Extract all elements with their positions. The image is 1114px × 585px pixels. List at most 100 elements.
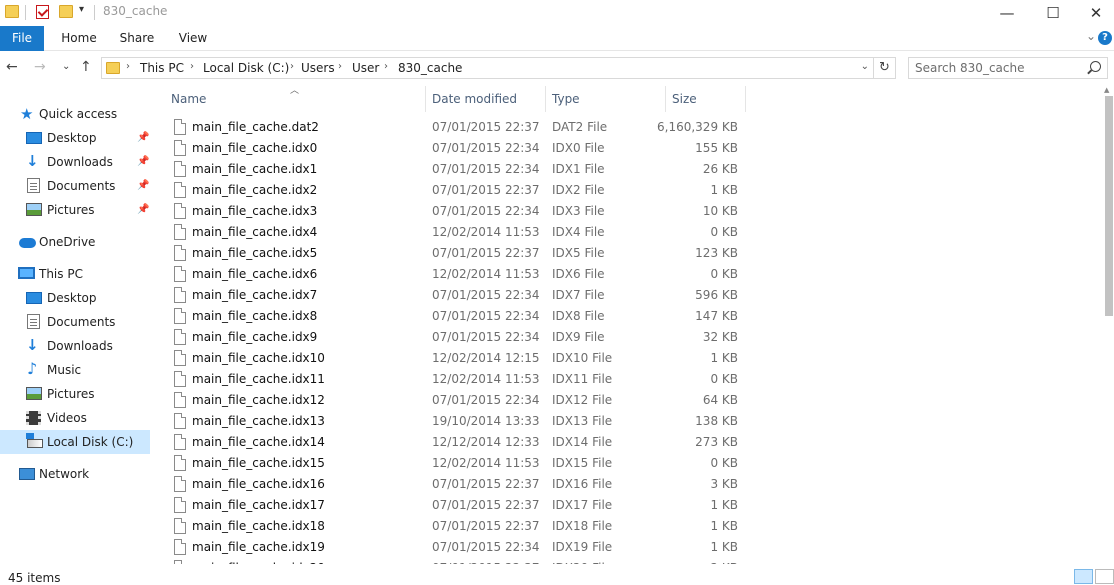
forward-button[interactable]: → [34, 59, 46, 75]
close-button[interactable]: ✕ [1073, 0, 1114, 26]
tab-view[interactable]: View [174, 26, 212, 51]
sidebar-item-downloads[interactable]: ↓ Downloads [0, 334, 150, 358]
column-header-name[interactable]: Name [171, 84, 206, 114]
sidebar-item-pictures[interactable]: Pictures [0, 382, 150, 406]
column-header-date-modified[interactable]: Date modified [432, 84, 517, 114]
properties-icon[interactable] [36, 5, 49, 19]
pin-icon[interactable]: 📌 [137, 150, 149, 174]
file-icon [174, 350, 186, 366]
column-divider[interactable] [545, 86, 546, 112]
table-row[interactable]: main_file_cache.idx1 07/01/2015 22:34 IDX1… [167, 159, 747, 180]
divider [94, 5, 95, 20]
pin-icon[interactable]: 📌 [137, 198, 149, 222]
address-dropdown-chevron-icon[interactable]: ⌄ [861, 61, 869, 72]
sidebar-item-music[interactable]: ♪ Music [0, 358, 150, 382]
table-row[interactable]: main_file_cache.idx17 07/01/2015 22:37 IDX… [167, 495, 747, 516]
sidebar-item-pictures[interactable]: Pictures 📌 [0, 198, 150, 222]
search-input[interactable] [915, 61, 1075, 75]
search-icon[interactable] [1090, 61, 1101, 72]
table-row[interactable]: main_file_cache.dat2 07/01/2015 22:37 DAT2… [167, 117, 747, 138]
address-bar[interactable]: › This PC › Local Disk (C:) › Users › Us… [101, 57, 874, 79]
column-divider[interactable] [425, 86, 426, 112]
scrollbar-thumb[interactable] [1105, 96, 1113, 316]
table-row[interactable]: main_file_cache.idx18 07/01/2015 22:37 IDX… [167, 516, 747, 537]
table-row[interactable]: main_file_cache.idx11 12/02/2014 11:53 IDX… [167, 369, 747, 390]
large-icons-view-button[interactable] [1095, 569, 1114, 584]
table-row[interactable]: main_file_cache.idx7 07/01/2015 22:34 IDX7… [167, 285, 747, 306]
minimize-button[interactable]: — [984, 0, 1030, 26]
breadcrumb-separator[interactable]: › [290, 61, 294, 72]
file-type: IDX0 File [552, 141, 605, 155]
file-icon [174, 455, 186, 471]
tab-file[interactable]: File [0, 26, 44, 51]
sidebar-item-downloads[interactable]: ↓ Downloads 📌 [0, 150, 150, 174]
breadcrumb-separator[interactable]: › [338, 61, 342, 72]
table-row[interactable]: main_file_cache.idx0 07/01/2015 22:34 IDX0… [167, 138, 747, 159]
file-type: IDX15 File [552, 456, 613, 470]
tab-home[interactable]: Home [58, 26, 100, 51]
sidebar-item-documents[interactable]: Documents [0, 310, 150, 334]
breadcrumb-separator[interactable]: › [190, 61, 194, 72]
file-name: main_file_cache.idx13 [192, 414, 325, 428]
expand-ribbon-chevron-icon[interactable]: ⌄ [1086, 29, 1096, 43]
column-divider[interactable] [745, 86, 746, 112]
table-row[interactable]: main_file_cache.idx10 12/02/2014 12:15 IDX… [167, 348, 747, 369]
sidebar-item-label: Music [47, 363, 82, 377]
sidebar-item-desktop[interactable]: Desktop [0, 286, 150, 310]
help-icon[interactable]: ? [1098, 31, 1112, 45]
breadcrumb-830-cache[interactable]: 830_cache [398, 61, 462, 75]
pin-icon[interactable]: 📌 [137, 126, 149, 150]
tab-share[interactable]: Share [116, 26, 158, 51]
breadcrumb-local-disk[interactable]: Local Disk (C:) [203, 61, 289, 75]
breadcrumb-separator[interactable]: › [126, 61, 130, 72]
sidebar-item-quick-access[interactable]: ★ Quick access [0, 102, 150, 126]
sidebar-item-onedrive[interactable]: OneDrive [0, 230, 150, 254]
new-folder-icon[interactable] [59, 5, 73, 18]
table-row[interactable]: main_file_cache.idx5 07/01/2015 22:37 IDX5… [167, 243, 747, 264]
sidebar-item-videos[interactable]: Videos [0, 406, 150, 430]
table-row[interactable]: main_file_cache.idx20 07/01/2015 22:37 IDX… [167, 558, 747, 564]
table-row[interactable]: main_file_cache.idx14 12/12/2014 12:33 IDX… [167, 432, 747, 453]
back-button[interactable]: ← [6, 59, 18, 75]
vertical-scrollbar[interactable]: ▲ [1103, 84, 1114, 564]
table-row[interactable]: main_file_cache.idx4 12/02/2014 11:53 IDX4… [167, 222, 747, 243]
customize-toolbar-chevron-icon[interactable]: ▾ [79, 4, 84, 15]
column-header-type[interactable]: Type [552, 84, 580, 114]
sidebar-item-local-disk[interactable]: Local Disk (C:) [0, 430, 150, 454]
sidebar-item-label: Documents [47, 315, 116, 329]
breadcrumb-users[interactable]: Users [301, 61, 335, 75]
maximize-button[interactable]: ☐ [1030, 0, 1076, 26]
table-row[interactable]: main_file_cache.idx15 12/02/2014 11:53 IDX… [167, 453, 747, 474]
file-date-modified: 12/02/2014 11:53 [432, 225, 540, 239]
sidebar-item-desktop[interactable]: Desktop 📌 [0, 126, 150, 150]
table-row[interactable]: main_file_cache.idx2 07/01/2015 22:37 IDX2… [167, 180, 747, 201]
table-row[interactable]: main_file_cache.idx12 07/01/2015 22:34 IDX… [167, 390, 747, 411]
scroll-up-arrow-icon[interactable]: ▲ [1104, 86, 1109, 94]
refresh-button[interactable]: ↻ [874, 57, 896, 79]
table-row[interactable]: main_file_cache.idx19 07/01/2015 22:34 IDX… [167, 537, 747, 558]
column-divider[interactable] [665, 86, 666, 112]
folder-icon[interactable] [5, 5, 19, 18]
file-size: 26 KB [702, 162, 738, 176]
status-bar: 45 items [0, 566, 1114, 585]
sidebar-item-this-pc[interactable]: This PC [0, 262, 150, 286]
table-row[interactable]: main_file_cache.idx13 19/10/2014 13:33 IDX… [167, 411, 747, 432]
table-row[interactable]: main_file_cache.idx16 07/01/2015 22:37 IDX… [167, 474, 747, 495]
breadcrumb-user[interactable]: User [352, 61, 379, 75]
details-view-button[interactable] [1074, 569, 1093, 584]
sidebar-item-documents[interactable]: Documents 📌 [0, 174, 150, 198]
breadcrumb-separator[interactable]: › [384, 61, 388, 72]
breadcrumb-this-pc[interactable]: This PC [140, 61, 184, 75]
table-row[interactable]: main_file_cache.idx9 07/01/2015 22:34 IDX9… [167, 327, 747, 348]
sidebar-item-label: Network [39, 467, 90, 481]
table-row[interactable]: main_file_cache.idx8 07/01/2015 22:34 IDX8… [167, 306, 747, 327]
search-box[interactable] [908, 57, 1108, 79]
column-header-size[interactable]: Size [672, 84, 697, 114]
table-row[interactable]: main_file_cache.idx3 07/01/2015 22:34 IDX3… [167, 201, 747, 222]
file-type: IDX3 File [552, 204, 605, 218]
pin-icon[interactable]: 📌 [137, 174, 149, 198]
recent-locations-button[interactable]: ⌄ [62, 61, 70, 72]
table-row[interactable]: main_file_cache.idx6 12/02/2014 11:53 IDX6… [167, 264, 747, 285]
sidebar-item-network[interactable]: Network [0, 462, 150, 486]
up-button[interactable]: ↑ [80, 59, 92, 75]
